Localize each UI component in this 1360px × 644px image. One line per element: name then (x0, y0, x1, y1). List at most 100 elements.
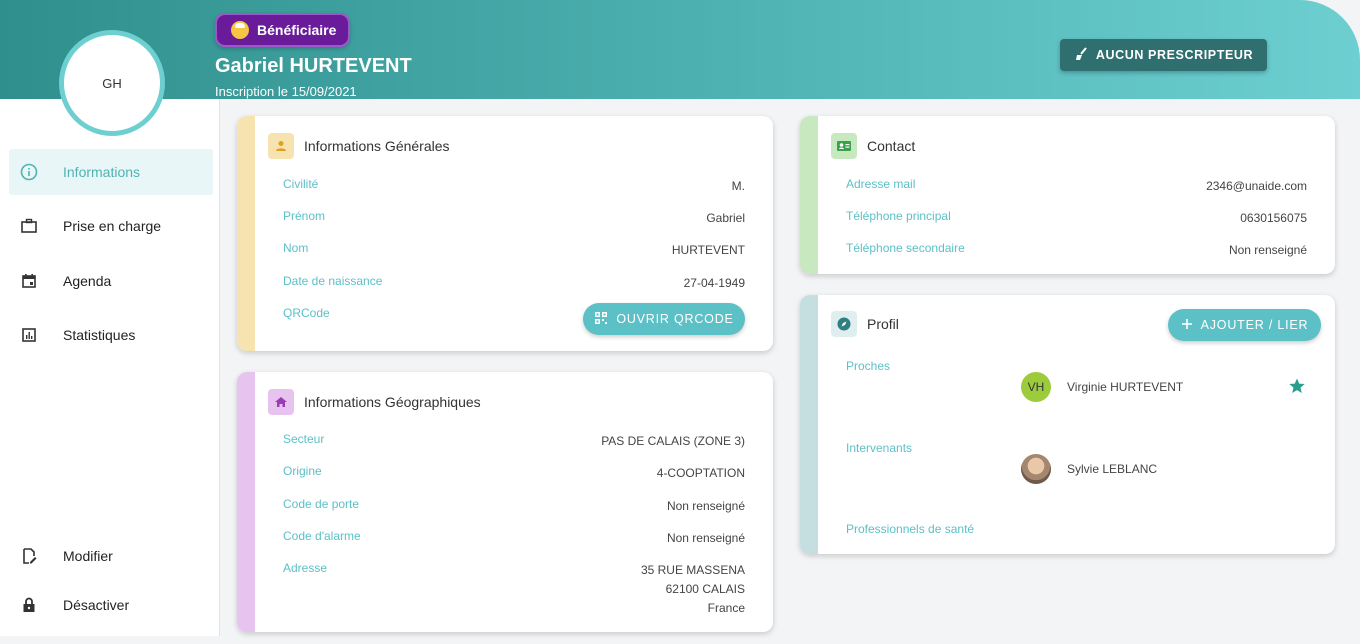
professionnels-label: Professionnels de santé (846, 522, 975, 536)
card-title-text: Profil (867, 316, 899, 332)
contact-card-icon (831, 133, 857, 159)
profile-header: Bénéficiaire Gabriel HURTEVENT Inscripti… (0, 0, 1360, 99)
person-icon (268, 133, 294, 159)
info-row: Adresse 35 RUE MASSENA 62100 CALAIS Fran… (283, 561, 745, 618)
sidebar-item-label: Informations (63, 164, 141, 180)
intervenant-photo (1021, 454, 1051, 484)
prescripteur-button-label: AUCUN PRESCRIPTEUR (1095, 48, 1254, 62)
edit-icon (11, 547, 47, 565)
profil-section-label: Professionnels de santé (846, 522, 1307, 536)
info-key: Secteur (283, 432, 325, 446)
sidebar-item-prise-en-charge[interactable]: Prise en charge (9, 203, 213, 249)
role-badge-label: Bénéficiaire (257, 22, 337, 38)
info-icon (11, 163, 47, 181)
info-value: 4-COOPTATION (656, 466, 745, 480)
briefcase-icon (11, 217, 47, 235)
sidebar-item-label: Désactiver (63, 597, 130, 613)
open-qrcode-button[interactable]: OUVRIR QRCODE (583, 303, 745, 335)
profil-section-label: Intervenants (846, 441, 1307, 455)
sidebar-item-agenda[interactable]: Agenda (9, 258, 213, 304)
address-value: 35 RUE MASSENA 62100 CALAIS France (641, 561, 745, 618)
address-line2: 62100 CALAIS (665, 582, 745, 596)
card-title: Contact (831, 133, 915, 159)
proche-item[interactable]: VH Virginie HURTEVENT (1021, 372, 1183, 402)
profil-card: Profil AJOUTER / LIER Proches VH Virgini… (800, 295, 1335, 554)
address-line3: France (707, 601, 745, 615)
prescripteur-button[interactable]: AUCUN PRESCRIPTEUR (1060, 39, 1267, 71)
info-key: Téléphone principal (846, 209, 951, 223)
intervenant-name: Sylvie LEBLANC (1067, 462, 1158, 476)
sidebar-item-statistiques[interactable]: Statistiques (9, 312, 213, 358)
user-face-icon (231, 21, 249, 39)
card-stripe (237, 372, 255, 632)
info-value: 2346@unaide.com (1206, 179, 1307, 193)
info-row: Date de naissance 27-04-1949 (283, 274, 745, 293)
info-value: Non renseigné (666, 531, 745, 545)
calendar-icon (11, 272, 47, 290)
info-row: Nom HURTEVENT (283, 241, 745, 260)
info-row: Téléphone principal 0630156075 (846, 209, 1307, 228)
info-key: Prénom (283, 209, 326, 223)
info-key: Téléphone secondaire (846, 241, 965, 255)
info-row: Prénom Gabriel (283, 209, 745, 228)
role-badge: Bénéficiaire (215, 13, 351, 47)
info-row: Code d'alarme Non renseigné (283, 529, 745, 548)
intervenant-item[interactable]: Sylvie LEBLANC (1021, 454, 1157, 484)
add-link-button[interactable]: AJOUTER / LIER (1168, 309, 1321, 341)
general-info-card: Informations Générales Civilité M. Prénom… (237, 116, 773, 351)
card-title-text: Informations Géographiques (304, 394, 481, 410)
info-value: M. (731, 179, 745, 193)
sidebar-item-label: Agenda (63, 273, 112, 289)
info-row: Téléphone secondaire Non renseigné (846, 241, 1307, 260)
info-row: Adresse mail 2346@unaide.com (846, 177, 1307, 196)
sidebar: Informations Prise en charge Agenda Stat… (0, 99, 220, 636)
intervenants-label: Intervenants (846, 441, 913, 455)
info-key: Origine (283, 464, 322, 478)
home-icon (268, 389, 294, 415)
sidebar-item-modifier[interactable]: Modifier (9, 533, 213, 579)
sidebar-item-informations[interactable]: Informations (9, 149, 213, 195)
info-key: Date de naissance (283, 274, 383, 288)
inscription-date: Inscription le 15/09/2021 (215, 84, 357, 99)
profil-section-label: Proches (846, 359, 1307, 373)
info-key: Code d'alarme (283, 529, 361, 543)
avatar-initials: GH (102, 75, 122, 91)
info-key: Code de porte (283, 497, 360, 511)
star-icon[interactable] (1288, 377, 1306, 400)
info-value: HURTEVENT (671, 243, 745, 257)
contact-card: Contact Adresse mail 2346@unaide.com Télé… (800, 116, 1335, 274)
info-value: Non renseigné (1228, 243, 1307, 257)
add-link-label: AJOUTER / LIER (1200, 318, 1309, 332)
avatar: GH (59, 30, 165, 136)
sidebar-item-desactiver[interactable]: Désactiver (9, 582, 213, 628)
card-title-text: Informations Générales (304, 138, 450, 154)
plus-icon (1181, 318, 1193, 333)
info-key: Civilité (283, 177, 319, 191)
info-key: QRCode (283, 306, 330, 320)
card-title: Informations Générales (268, 133, 450, 159)
info-key: Adresse mail (846, 177, 916, 191)
card-stripe (800, 116, 818, 274)
info-value: Gabriel (706, 211, 745, 225)
info-row: Code de porte Non renseigné (283, 497, 745, 516)
info-row: Origine 4-COOPTATION (283, 464, 745, 483)
chart-icon (11, 326, 47, 344)
beneficiary-name: Gabriel HURTEVENT (215, 55, 412, 77)
info-value: 27-04-1949 (683, 276, 745, 290)
geo-info-card: Informations Géographiques Secteur PAS DE… (237, 372, 773, 632)
sidebar-item-label: Modifier (63, 548, 113, 564)
lock-icon (11, 596, 47, 614)
compass-icon (831, 311, 857, 337)
sidebar-item-label: Statistiques (63, 327, 136, 343)
card-stripe (237, 116, 255, 351)
sidebar-item-label: Prise en charge (63, 218, 162, 234)
card-title: Profil (831, 311, 899, 337)
open-qrcode-label: OUVRIR QRCODE (616, 312, 734, 326)
address-line1: 35 RUE MASSENA (640, 563, 745, 577)
card-stripe (800, 295, 818, 554)
card-title-text: Contact (867, 138, 916, 154)
info-value: 0630156075 (1240, 211, 1307, 225)
qrcode-icon (594, 311, 608, 328)
proches-label: Proches (846, 359, 891, 373)
proche-name: Virginie HURTEVENT (1067, 380, 1184, 394)
